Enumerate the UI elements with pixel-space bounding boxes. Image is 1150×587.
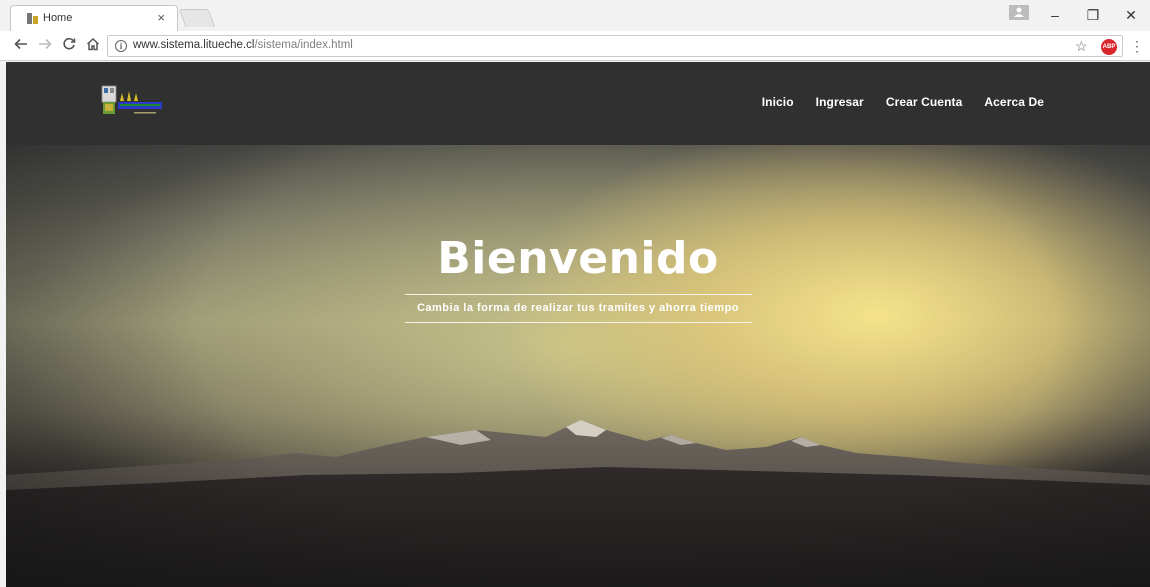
new-tab-button[interactable]: [178, 9, 216, 27]
hero-divider-bottom: [405, 322, 752, 323]
site-info-icon[interactable]: i: [115, 40, 127, 52]
site-navbar: Inicio Ingresar Crear Cuenta Acerca De: [6, 62, 1150, 145]
hero-title: Bienvenido: [437, 233, 719, 284]
site-favicon-icon: [27, 13, 38, 24]
forward-icon[interactable]: [36, 37, 54, 55]
hero-subtitle: Cambia la forma de realizar tus tramites…: [416, 302, 740, 314]
hero-divider-top: [405, 294, 752, 295]
nav-menu: Inicio Ingresar Crear Cuenta Acerca De: [762, 95, 1044, 109]
back-icon[interactable]: [12, 37, 30, 55]
browser-toolbar: i www.sistema.litueche.cl/sistema/index.…: [0, 31, 1150, 61]
profile-icon[interactable]: [1009, 5, 1029, 20]
tab-title: Home: [43, 12, 73, 24]
home-icon[interactable]: [84, 37, 102, 55]
browser-tab-home[interactable]: Home ×: [10, 5, 178, 31]
minimize-icon[interactable]: –: [1045, 6, 1065, 24]
adblock-plus-icon[interactable]: ABP: [1101, 39, 1117, 55]
hero-vignette: [6, 145, 1150, 587]
nav-link-crear-cuenta[interactable]: Crear Cuenta: [886, 95, 963, 109]
browser-tabstrip: Home × – ❐ ✕: [0, 0, 1150, 31]
nav-link-ingresar[interactable]: Ingresar: [816, 95, 864, 109]
page-viewport: Inicio Ingresar Crear Cuenta Acerca De B…: [6, 62, 1150, 587]
site-logo[interactable]: [100, 83, 166, 117]
reload-icon[interactable]: [60, 37, 78, 55]
nav-link-inicio[interactable]: Inicio: [762, 95, 794, 109]
url-path: /sistema/index.html: [254, 39, 353, 51]
window-close-icon[interactable]: ✕: [1121, 6, 1141, 24]
address-bar[interactable]: i www.sistema.litueche.cl/sistema/index.…: [107, 35, 1123, 57]
nav-link-acerca-de[interactable]: Acerca De: [984, 95, 1044, 109]
restore-icon[interactable]: ❐: [1083, 6, 1103, 24]
hero-section: Bienvenido Cambia la forma de realizar t…: [6, 145, 1150, 587]
url-host: www.sistema.litueche.cl: [133, 39, 255, 51]
url-text: www.sistema.litueche.cl/sistema/index.ht…: [133, 39, 353, 51]
chrome-menu-icon[interactable]: ⋮: [1130, 37, 1144, 55]
bookmark-star-icon[interactable]: ☆: [1075, 37, 1088, 55]
tab-close-icon[interactable]: ×: [157, 10, 165, 26]
